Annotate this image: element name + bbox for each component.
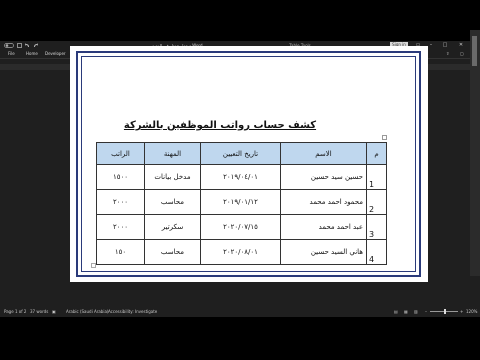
zoom-slider-knob[interactable] [444, 309, 446, 314]
zoom-level[interactable]: 120% [466, 309, 477, 314]
zoom-in-icon[interactable]: + [460, 309, 463, 314]
cell-salary[interactable]: ١٥٠٠ [96, 164, 145, 190]
cell-date[interactable]: ٢٠٢٠/٠٨/٠١ [200, 239, 281, 265]
cell-num[interactable]: 2 [366, 189, 387, 215]
cell-num[interactable]: 1 [366, 164, 387, 190]
cell-salary[interactable]: ١٥٠ [96, 239, 145, 265]
undo-icon[interactable] [25, 43, 30, 48]
cell-name[interactable]: هاني السيد حسين [280, 239, 367, 265]
read-mode-icon[interactable]: ▤ [394, 309, 398, 314]
proofing-icon[interactable]: ▣ [52, 309, 56, 314]
autosave-toggle[interactable] [4, 43, 14, 48]
status-bar: Page 1 of 2 37 words ▣ Arabic (Saudi Ara… [0, 306, 480, 317]
cell-job[interactable]: محاسب [144, 239, 201, 265]
tab-file[interactable]: File [8, 51, 15, 56]
page-count[interactable]: Page 1 of 2 [4, 309, 26, 314]
cell-salary[interactable]: ٢٠٠٠ [96, 214, 145, 240]
header-num[interactable]: م [366, 142, 387, 165]
header-name[interactable]: الاسم [280, 142, 367, 165]
word-count[interactable]: 37 words [30, 309, 48, 314]
autosave-icon [4, 43, 14, 48]
cell-job[interactable]: مدخل بيانات [144, 164, 201, 190]
table-row: 4 هاني السيد حسين ٢٠٢٠/٠٨/٠١ محاسب ١٥٠ [96, 239, 387, 265]
vertical-scrollbar[interactable] [470, 30, 480, 276]
scroll-thumb[interactable] [472, 36, 477, 66]
cell-name[interactable]: حسين سيد حسين [280, 164, 367, 190]
table-move-handle-icon[interactable] [382, 135, 387, 140]
cell-date[interactable]: ٢٠١٩/٠٤/٠١ [200, 164, 281, 190]
save-icon[interactable] [17, 43, 22, 48]
cell-date[interactable]: ٢٠١٩/٠١/١٢ [200, 189, 281, 215]
header-salary[interactable]: الراتب [96, 142, 145, 165]
zoom-out-icon[interactable]: – [425, 309, 427, 314]
table-header-row: م الاسم تاريخ التعيين المهنة الراتب [96, 142, 387, 165]
table-resize-handle-icon[interactable] [91, 263, 96, 268]
cell-salary[interactable]: ٢٠٠٠ [96, 189, 145, 215]
table-row: 3 عبد احمد محمد ٢٠٢٠/٠٧/١٥ سكرتير ٢٠٠٠ [96, 214, 387, 240]
redo-icon[interactable] [33, 43, 38, 48]
cell-num[interactable]: 4 [366, 239, 387, 265]
tab-home[interactable]: Home [26, 51, 38, 56]
comments-icon[interactable]: ▢ [460, 51, 464, 56]
cell-name[interactable]: محمود احمد محمد [280, 189, 367, 215]
print-layout-icon[interactable]: ▦ [404, 309, 408, 314]
cell-date[interactable]: ٢٠٢٠/٠٧/١٥ [200, 214, 281, 240]
share-icon[interactable]: ⇪ [446, 51, 449, 56]
maximize-icon[interactable]: □ [440, 42, 450, 49]
cell-name[interactable]: عبد احمد محمد [280, 214, 367, 240]
cell-num[interactable]: 3 [366, 214, 387, 240]
page-heading: كشف حساب رواتب الموظفين بالشركة [123, 120, 317, 131]
table-row: 2 محمود احمد محمد ٢٠١٩/٠١/١٢ محاسب ٢٠٠٠ [96, 189, 387, 215]
header-job[interactable]: المهنة [144, 142, 201, 165]
header-date[interactable]: تاريخ التعيين [200, 142, 281, 165]
language-status[interactable]: Arabic (Saudi Arabia) [66, 309, 108, 314]
cell-job[interactable]: سكرتير [144, 214, 201, 240]
cell-job[interactable]: محاسب [144, 189, 201, 215]
close-icon[interactable]: ✕ [456, 42, 466, 49]
accessibility-status[interactable]: Accessibility: Investigate [108, 309, 157, 314]
table-row: 1 حسين سيد حسين ٢٠١٩/٠٤/٠١ مدخل بيانات ١… [96, 164, 387, 190]
salary-table[interactable]: م الاسم تاريخ التعيين المهنة الراتب 1 حس… [96, 142, 387, 265]
web-layout-icon[interactable]: ▥ [414, 309, 418, 314]
tab-developer[interactable]: Developer [45, 51, 66, 56]
